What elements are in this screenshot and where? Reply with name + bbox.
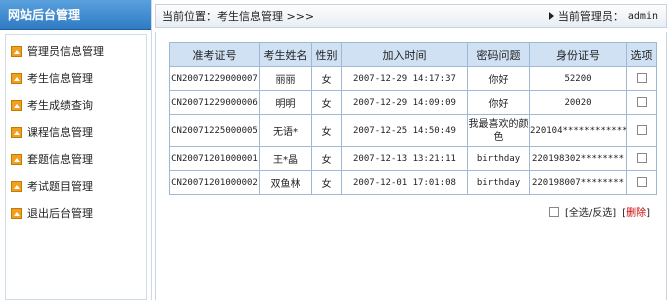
delete-link[interactable]: 删除 xyxy=(626,208,646,219)
table-row: CN20071225000005 无语* 女 2007-12-25 14:50:… xyxy=(169,114,657,147)
cell-option xyxy=(626,146,657,171)
row-checkbox[interactable] xyxy=(636,97,647,107)
cell-option xyxy=(626,66,657,91)
cell-time: 2007-12-29 14:09:09 xyxy=(341,90,468,115)
cell-idcard: 20020 xyxy=(529,90,627,115)
cell-name: 丽丽 xyxy=(259,66,312,91)
sidebar-item-admin-info[interactable]: 管理员信息管理 xyxy=(11,41,104,61)
cell-idcard: 220104************ xyxy=(529,114,627,147)
sidebar: 网站后台管理 管理员信息管理 考生信息管理 考生成绩查询 课程信息管理 套题信息… xyxy=(0,0,152,300)
location-bar: 当前位置：考生信息管理 >>> 当前管理员： admin xyxy=(155,4,667,28)
cell-name: 明明 xyxy=(259,90,312,115)
current-admin: 当前管理员： admin xyxy=(548,8,658,24)
column-header: 考生姓名 xyxy=(259,42,312,67)
sidebar-item-student-info[interactable]: 考生信息管理 xyxy=(11,68,93,88)
table-header-row: 准考证号 考生姓名 性别 加入时间 密码问题 身份证号 选项 xyxy=(169,42,657,67)
sidebar-item-label: 管理员信息管理 xyxy=(27,45,104,58)
cell-sex: 女 xyxy=(311,114,342,147)
cell-idcard: 52200 xyxy=(529,66,627,91)
arrow-up-icon xyxy=(11,180,22,192)
arrow-up-icon xyxy=(11,72,22,84)
arrow-up-icon xyxy=(11,99,22,111)
breadcrumb-arrows: >>> xyxy=(286,10,315,23)
table-actions: [全选/反选] [删除] xyxy=(549,204,650,219)
cell-time: 2007-12-01 17:01:08 xyxy=(341,170,468,195)
row-checkbox[interactable] xyxy=(636,153,647,163)
sidebar-item-label: 考生成绩查询 xyxy=(27,99,93,112)
breadcrumb-page: 考生信息管理 xyxy=(217,10,283,23)
cell-id: CN20071225000005 xyxy=(169,114,260,147)
delete-action: [删除] xyxy=(622,204,650,219)
table-row: CN20071229000007 丽丽 女 2007-12-29 14:17:3… xyxy=(169,66,657,91)
cell-time: 2007-12-25 14:50:49 xyxy=(341,114,468,147)
column-header: 准考证号 xyxy=(169,42,260,67)
cell-option xyxy=(626,170,657,195)
sidebar-item-label: 套题信息管理 xyxy=(27,153,93,166)
student-table: 准考证号 考生姓名 性别 加入时间 密码问题 身份证号 选项 CN2007122… xyxy=(169,42,657,195)
cell-id: CN20071229000007 xyxy=(169,66,260,91)
cell-question: birthday xyxy=(467,146,530,171)
cell-time: 2007-12-13 13:21:11 xyxy=(341,146,468,171)
table-row: CN20071229000006 明明 女 2007-12-29 14:09:0… xyxy=(169,90,657,115)
admin-name: admin xyxy=(627,10,658,22)
arrow-up-icon xyxy=(11,207,22,219)
row-checkbox[interactable] xyxy=(636,73,647,83)
arrow-up-icon xyxy=(11,153,22,165)
sidebar-item-label: 考生信息管理 xyxy=(27,72,93,85)
arrow-up-icon xyxy=(11,126,22,138)
sidebar-item-label: 课程信息管理 xyxy=(27,126,93,139)
cell-question: birthday xyxy=(467,170,530,195)
column-header: 身份证号 xyxy=(529,42,627,67)
table-row: CN20071201000001 王*晶 女 2007-12-13 13:21:… xyxy=(169,146,657,171)
select-all-link[interactable]: [全选/反选] xyxy=(565,204,616,219)
cell-sex: 女 xyxy=(311,90,342,115)
sidebar-title: 网站后台管理 xyxy=(0,0,151,30)
cell-question: 你好 xyxy=(467,90,530,115)
cell-id: CN20071201000001 xyxy=(169,146,260,171)
row-checkbox[interactable] xyxy=(636,125,647,135)
sidebar-menu: 管理员信息管理 考生信息管理 考生成绩查询 课程信息管理 套题信息管理 考试题目… xyxy=(5,34,147,300)
triangle-right-icon xyxy=(548,12,554,20)
sidebar-item-course-info[interactable]: 课程信息管理 xyxy=(11,122,93,142)
cell-name: 无语* xyxy=(259,114,312,147)
cell-id: CN20071201000002 xyxy=(169,170,260,195)
breadcrumb: 当前位置：考生信息管理 >>> xyxy=(162,8,314,24)
sidebar-item-question-set[interactable]: 套题信息管理 xyxy=(11,149,93,169)
column-header: 性别 xyxy=(311,42,342,67)
sidebar-item-logout[interactable]: 退出后台管理 xyxy=(11,203,93,223)
cell-option xyxy=(626,114,657,147)
cell-name: 王*晶 xyxy=(259,146,312,171)
column-header: 密码问题 xyxy=(467,42,530,67)
breadcrumb-label: 当前位置： xyxy=(162,10,217,23)
cell-time: 2007-12-29 14:17:37 xyxy=(341,66,468,91)
sidebar-item-exam-questions[interactable]: 考试题目管理 xyxy=(11,176,93,196)
cell-id: CN20071229000006 xyxy=(169,90,260,115)
cell-sex: 女 xyxy=(311,146,342,171)
column-header: 选项 xyxy=(626,42,657,67)
arrow-up-icon xyxy=(11,45,22,57)
sidebar-item-label: 退出后台管理 xyxy=(27,207,93,220)
cell-option xyxy=(626,90,657,115)
cell-idcard: 220198007******** xyxy=(529,170,627,195)
table-row: CN20071201000002 双鱼林 女 2007-12-01 17:01:… xyxy=(169,170,657,195)
delete-bracket-close: ] xyxy=(646,208,650,219)
cell-sex: 女 xyxy=(311,170,342,195)
column-header: 加入时间 xyxy=(341,42,468,67)
cell-idcard: 220198302******** xyxy=(529,146,627,171)
admin-label: 当前管理员： xyxy=(557,10,624,23)
sidebar-item-score-query[interactable]: 考生成绩查询 xyxy=(11,95,93,115)
cell-sex: 女 xyxy=(311,66,342,91)
select-all-checkbox[interactable] xyxy=(549,206,560,217)
sidebar-item-label: 考试题目管理 xyxy=(27,180,93,193)
cell-name: 双鱼林 xyxy=(259,170,312,195)
main-content: 准考证号 考生姓名 性别 加入时间 密码问题 身份证号 选项 CN2007122… xyxy=(155,32,667,300)
cell-question: 你好 xyxy=(467,66,530,91)
cell-question: 我最喜欢的颜色 xyxy=(467,114,530,147)
row-checkbox[interactable] xyxy=(636,177,647,187)
